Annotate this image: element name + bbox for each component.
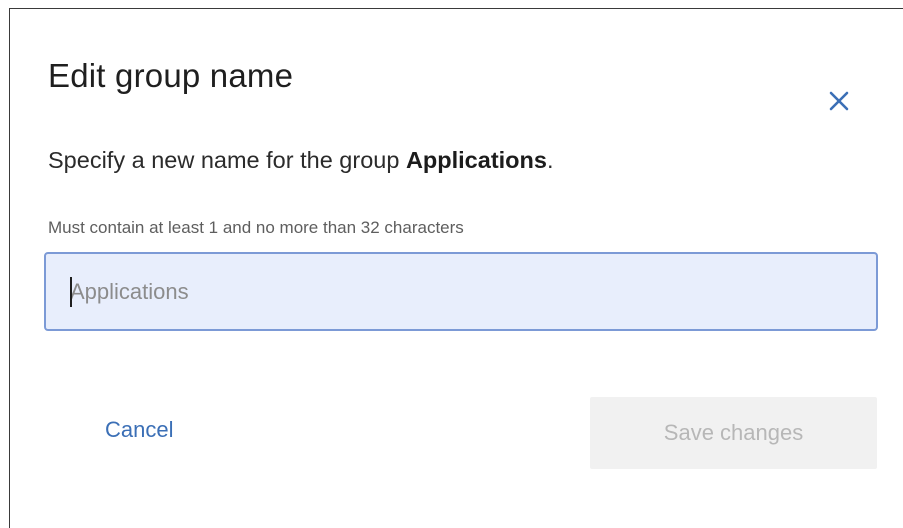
edit-group-name-dialog: Edit group name Specify a new name for t… [9, 8, 903, 528]
close-icon [829, 91, 849, 111]
description-suffix: . [546, 147, 554, 173]
cancel-button[interactable]: Cancel [105, 417, 173, 443]
group-name-input[interactable] [44, 252, 878, 331]
close-button[interactable] [823, 85, 855, 117]
group-name: Applications [405, 147, 547, 173]
dialog-description: Specify a new name for the group Applica… [48, 145, 553, 175]
save-changes-button[interactable]: Save changes [590, 397, 877, 469]
text-cursor [70, 277, 72, 307]
description-prefix: Specify a new name for the group [48, 147, 406, 173]
name-length-hint: Must contain at least 1 and no more than… [48, 218, 464, 237]
dialog-title: Edit group name [48, 57, 294, 94]
